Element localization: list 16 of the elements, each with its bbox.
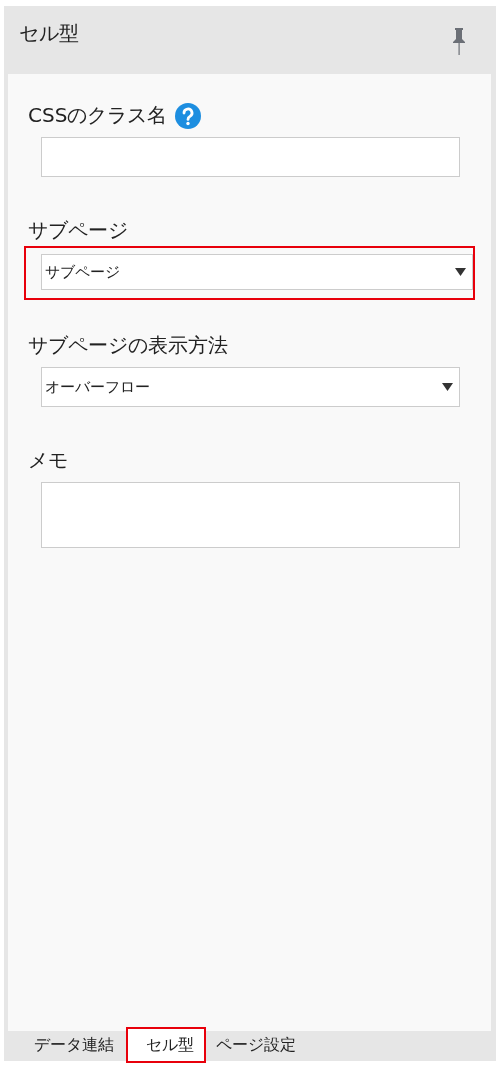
field-label: メモ [28, 447, 68, 474]
pin-icon[interactable] [452, 28, 466, 55]
help-icon[interactable] [175, 102, 202, 129]
dropdown[interactable]: オーバーフロー [41, 367, 460, 407]
caret-icon [442, 383, 453, 391]
tab[interactable]: データ連結 [24, 1027, 126, 1063]
input-field[interactable] [41, 137, 460, 177]
field-label: サブページの表示方法 [28, 332, 228, 359]
field-label: サブページ [28, 217, 128, 244]
memo-field[interactable] [41, 482, 460, 548]
caret-icon [455, 268, 466, 276]
field-label: CSSのクラス名 [28, 102, 168, 129]
dropdown[interactable]: サブページ [41, 254, 473, 290]
tab[interactable]: ページ設定 [206, 1027, 308, 1063]
panel-title: セル型 [19, 20, 79, 47]
tab[interactable]: セル型 [126, 1027, 206, 1063]
